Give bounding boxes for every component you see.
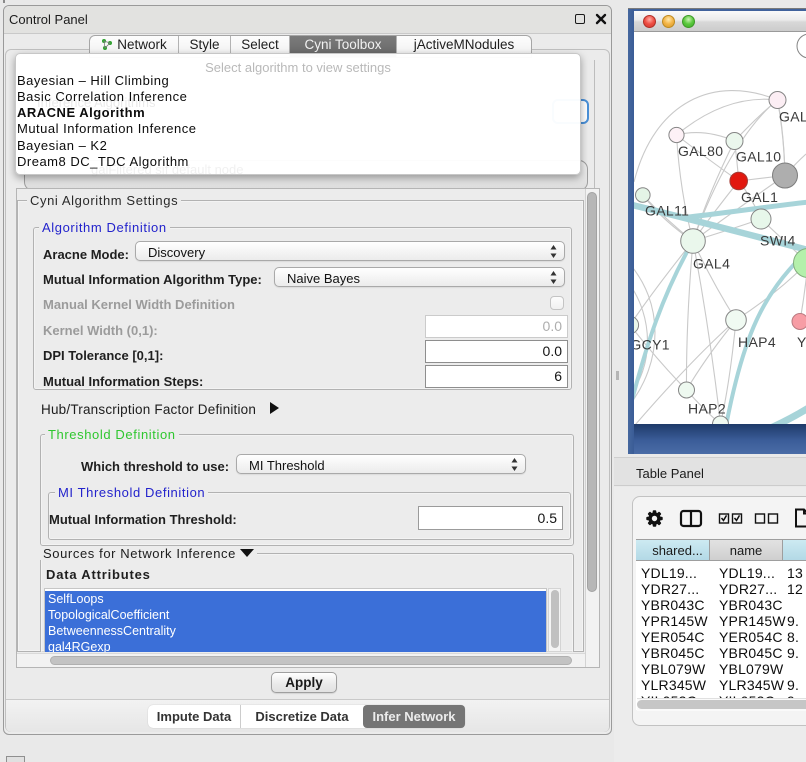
svg-text:HAP2: HAP2 — [688, 401, 726, 417]
svg-text:HAP4: HAP4 — [738, 334, 776, 350]
svg-text:Y: Y — [797, 334, 806, 350]
svg-text:GCY1: GCY1 — [634, 337, 670, 353]
svg-text:GAL10: GAL10 — [736, 149, 781, 165]
svg-text:GAL4: GAL4 — [693, 256, 730, 272]
svg-text:GAL80: GAL80 — [678, 143, 723, 159]
svg-text:GAL7: GAL7 — [779, 109, 806, 125]
svg-text:GAL11: GAL11 — [645, 203, 689, 219]
svg-text:GAL1: GAL1 — [741, 189, 778, 205]
svg-text:SWI4: SWI4 — [760, 233, 796, 249]
